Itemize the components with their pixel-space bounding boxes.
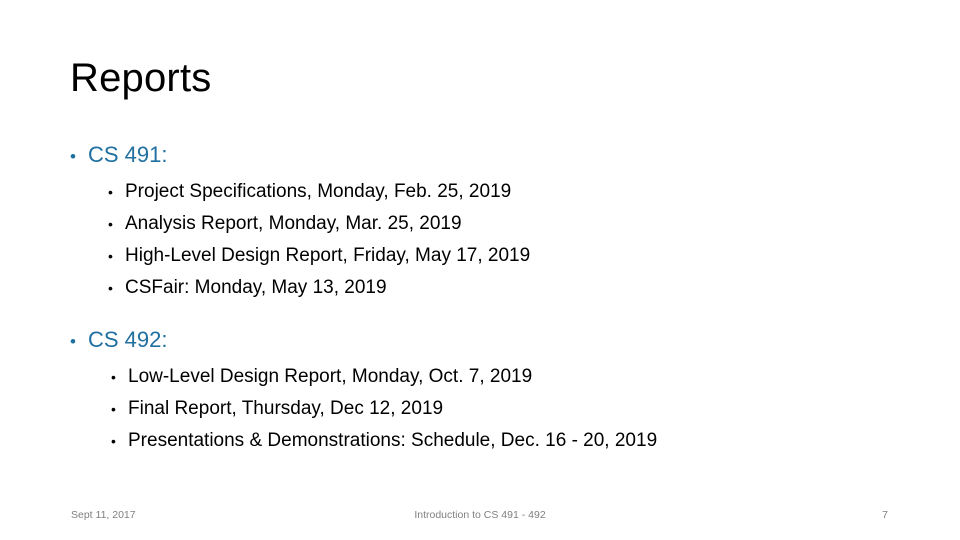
- list-item-label: CSFair: Monday, May 13, 2019: [125, 277, 387, 298]
- bullet-level1-icon: •: [70, 147, 76, 166]
- slide-canvas: Reports • CS 491: • Project Specificatio…: [0, 0, 960, 540]
- slide-footer: Sept 11, 2017 Introduction to CS 491 - 4…: [0, 506, 960, 526]
- list-item-label: Analysis Report, Monday, Mar. 25, 2019: [125, 213, 462, 234]
- slide-body: • CS 491: • Project Specifications, Mond…: [70, 140, 900, 457]
- list-item-label: Project Specifications, Monday, Feb. 25,…: [125, 181, 512, 202]
- list-item: • Final Report, Thursday, Dec 12, 2019: [111, 393, 900, 425]
- bullet-level2-icon: •: [111, 369, 116, 385]
- bullet-level1-icon: •: [70, 332, 76, 351]
- bullet-level2-icon: •: [111, 433, 116, 449]
- section-heading-cs492: • CS 492:: [70, 325, 900, 357]
- list-item-label: Presentations & Demonstrations: Schedule…: [128, 430, 658, 451]
- list-item: • Low-Level Design Report, Monday, Oct. …: [111, 361, 900, 393]
- section-heading-cs491: • CS 491:: [70, 140, 900, 172]
- list-item: • Project Specifications, Monday, Feb. 2…: [108, 176, 900, 208]
- list-item: • Analysis Report, Monday, Mar. 25, 2019: [108, 208, 900, 240]
- list-item: • CSFair: Monday, May 13, 2019: [108, 272, 900, 304]
- section-group: • CS 492: • Low-Level Design Report, Mon…: [70, 325, 900, 457]
- bullet-level2-icon: •: [108, 216, 113, 232]
- bullet-level2-icon: •: [111, 401, 116, 417]
- bullet-level2-icon: •: [108, 280, 113, 296]
- list-item-label: Low-Level Design Report, Monday, Oct. 7,…: [128, 366, 533, 387]
- section-heading-label: CS 491:: [88, 142, 168, 167]
- list-item-label: High-Level Design Report, Friday, May 17…: [125, 245, 531, 266]
- list-item: • High-Level Design Report, Friday, May …: [108, 240, 900, 272]
- bullet-level2-icon: •: [108, 248, 113, 264]
- deliverable-list-cs491: • Project Specifications, Monday, Feb. 2…: [70, 176, 900, 304]
- footer-page-number: 7: [882, 509, 888, 521]
- page-title: Reports: [70, 56, 212, 100]
- deliverable-list-cs492: • Low-Level Design Report, Monday, Oct. …: [70, 361, 900, 457]
- section-heading-label: CS 492:: [88, 327, 168, 352]
- bullet-level2-icon: •: [108, 184, 113, 200]
- list-item-label: Final Report, Thursday, Dec 12, 2019: [128, 398, 444, 419]
- list-item: • Presentations & Demonstrations: Schedu…: [111, 425, 900, 457]
- section-group: • CS 491: • Project Specifications, Mond…: [70, 140, 900, 304]
